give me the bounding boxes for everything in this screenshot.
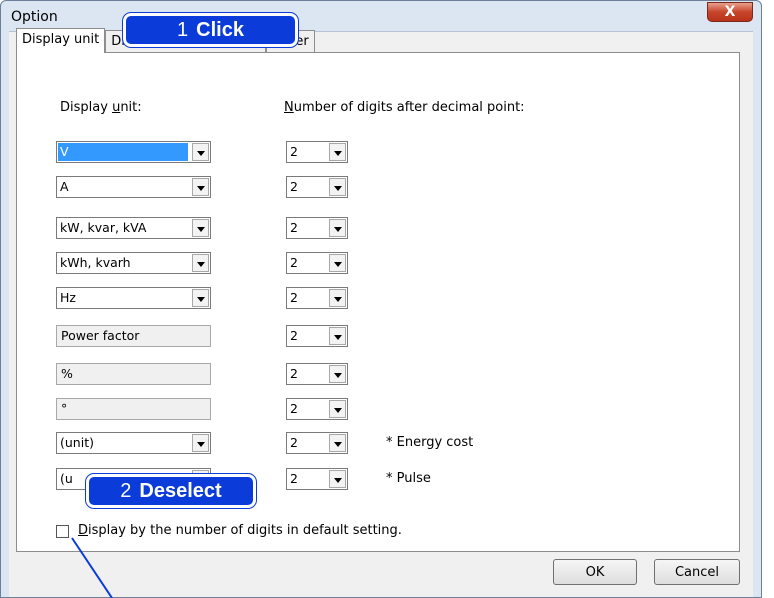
digits-header: Number of digits after decimal point: [284, 100, 525, 115]
unit-select[interactable]: A [56, 176, 211, 198]
digits-select[interactable]: 2 [286, 432, 348, 454]
unit-select[interactable]: kW, kvar, kVA [56, 217, 211, 239]
digits-select-value: 2 [290, 255, 298, 270]
unit-select-value: kWh, kvarh [60, 255, 131, 270]
digits-select[interactable]: 2 [286, 468, 348, 490]
unit-readonly-field: Power factor [56, 325, 211, 347]
default-digits-checkbox[interactable] [56, 525, 69, 538]
cancel-button[interactable]: Cancel [654, 559, 740, 585]
callout-step1-number: 1 [177, 18, 189, 41]
unit-select[interactable]: (unit) [56, 432, 211, 454]
chevron-down-icon[interactable] [329, 327, 346, 345]
callout-step2-text: Deselect [139, 479, 222, 502]
digits-select-value: 2 [290, 179, 298, 194]
unit-select-value: A [60, 179, 69, 194]
digits-select-value: 2 [290, 328, 298, 343]
unit-readonly-value: ° [61, 401, 68, 416]
default-digits-label-text: isplay by the number of digits in defaul… [88, 523, 402, 538]
unit-readonly-field: % [56, 363, 211, 385]
digits-select[interactable]: 2 [286, 217, 348, 239]
digits-select-value: 2 [290, 144, 298, 159]
digits-header-suffix: umber of digits after decimal point: [293, 100, 525, 115]
chevron-down-icon[interactable] [329, 434, 346, 452]
chevron-down-icon[interactable] [329, 178, 346, 196]
digits-select[interactable]: 2 [286, 363, 348, 385]
chevron-down-icon[interactable] [192, 289, 209, 307]
close-button[interactable]: X [707, 2, 753, 22]
chevron-down-icon[interactable] [329, 289, 346, 307]
digits-select[interactable]: 2 [286, 252, 348, 274]
chevron-down-icon[interactable] [192, 434, 209, 452]
chevron-down-icon[interactable] [192, 254, 209, 272]
digits-select[interactable]: 2 [286, 398, 348, 420]
digits-select-value: 2 [290, 290, 298, 305]
digits-header-mnemonic: N [284, 100, 294, 115]
unit-select-value: kW, kvar, kVA [60, 220, 147, 235]
chevron-down-icon[interactable] [329, 400, 346, 418]
digits-select-value: 2 [290, 220, 298, 235]
digits-select-value: 2 [290, 471, 298, 486]
close-icon: X [724, 4, 736, 20]
chevron-down-icon[interactable] [329, 365, 346, 383]
unit-select-value: Hz [60, 290, 76, 305]
unit-select[interactable]: V [56, 141, 211, 163]
chevron-down-icon[interactable] [329, 254, 346, 272]
chevron-down-icon[interactable] [329, 219, 346, 237]
chevron-down-icon[interactable] [192, 178, 209, 196]
unit-readonly-field: ° [56, 398, 211, 420]
unit-readonly-value: % [61, 366, 73, 381]
default-digits-label[interactable]: Display by the number of digits in defau… [78, 523, 402, 538]
default-digits-label-mnemonic: D [78, 523, 89, 538]
unit-note: * Energy cost [386, 435, 474, 450]
callout-step1-text: Click [196, 18, 244, 41]
unit-select[interactable]: kWh, kvarh [56, 252, 211, 274]
unit-readonly-value: Power factor [61, 328, 140, 343]
digits-select[interactable]: 2 [286, 287, 348, 309]
chevron-down-icon[interactable] [192, 143, 209, 161]
unit-note: * Pulse [386, 471, 431, 486]
digits-select-value: 2 [290, 401, 298, 416]
display-unit-header: Display unit: [60, 100, 142, 115]
chevron-down-icon[interactable] [192, 219, 209, 237]
digits-select[interactable]: 2 [286, 325, 348, 347]
display-unit-header-suffix: nit: [120, 100, 142, 115]
digits-select-value: 2 [290, 435, 298, 450]
ok-button[interactable]: OK [553, 559, 637, 585]
digits-select-value: 2 [290, 366, 298, 381]
tab-display-unit[interactable]: Display unit [16, 28, 106, 53]
unit-select-value: (unit) [60, 435, 94, 450]
window-title: Option [11, 9, 58, 25]
unit-select-value: (u [60, 471, 73, 486]
unit-select[interactable]: Hz [56, 287, 211, 309]
chevron-down-icon[interactable] [329, 143, 346, 161]
callout-step2-number: 2 [120, 479, 132, 502]
callout-step1: 1 Click [122, 12, 299, 48]
display-unit-header-prefix: Display [60, 100, 113, 115]
chevron-down-icon[interactable] [329, 470, 346, 488]
unit-select-value: V [58, 143, 188, 161]
callout-step2: 2 Deselect [85, 473, 257, 509]
digits-select[interactable]: 2 [286, 141, 348, 163]
digits-select[interactable]: 2 [286, 176, 348, 198]
